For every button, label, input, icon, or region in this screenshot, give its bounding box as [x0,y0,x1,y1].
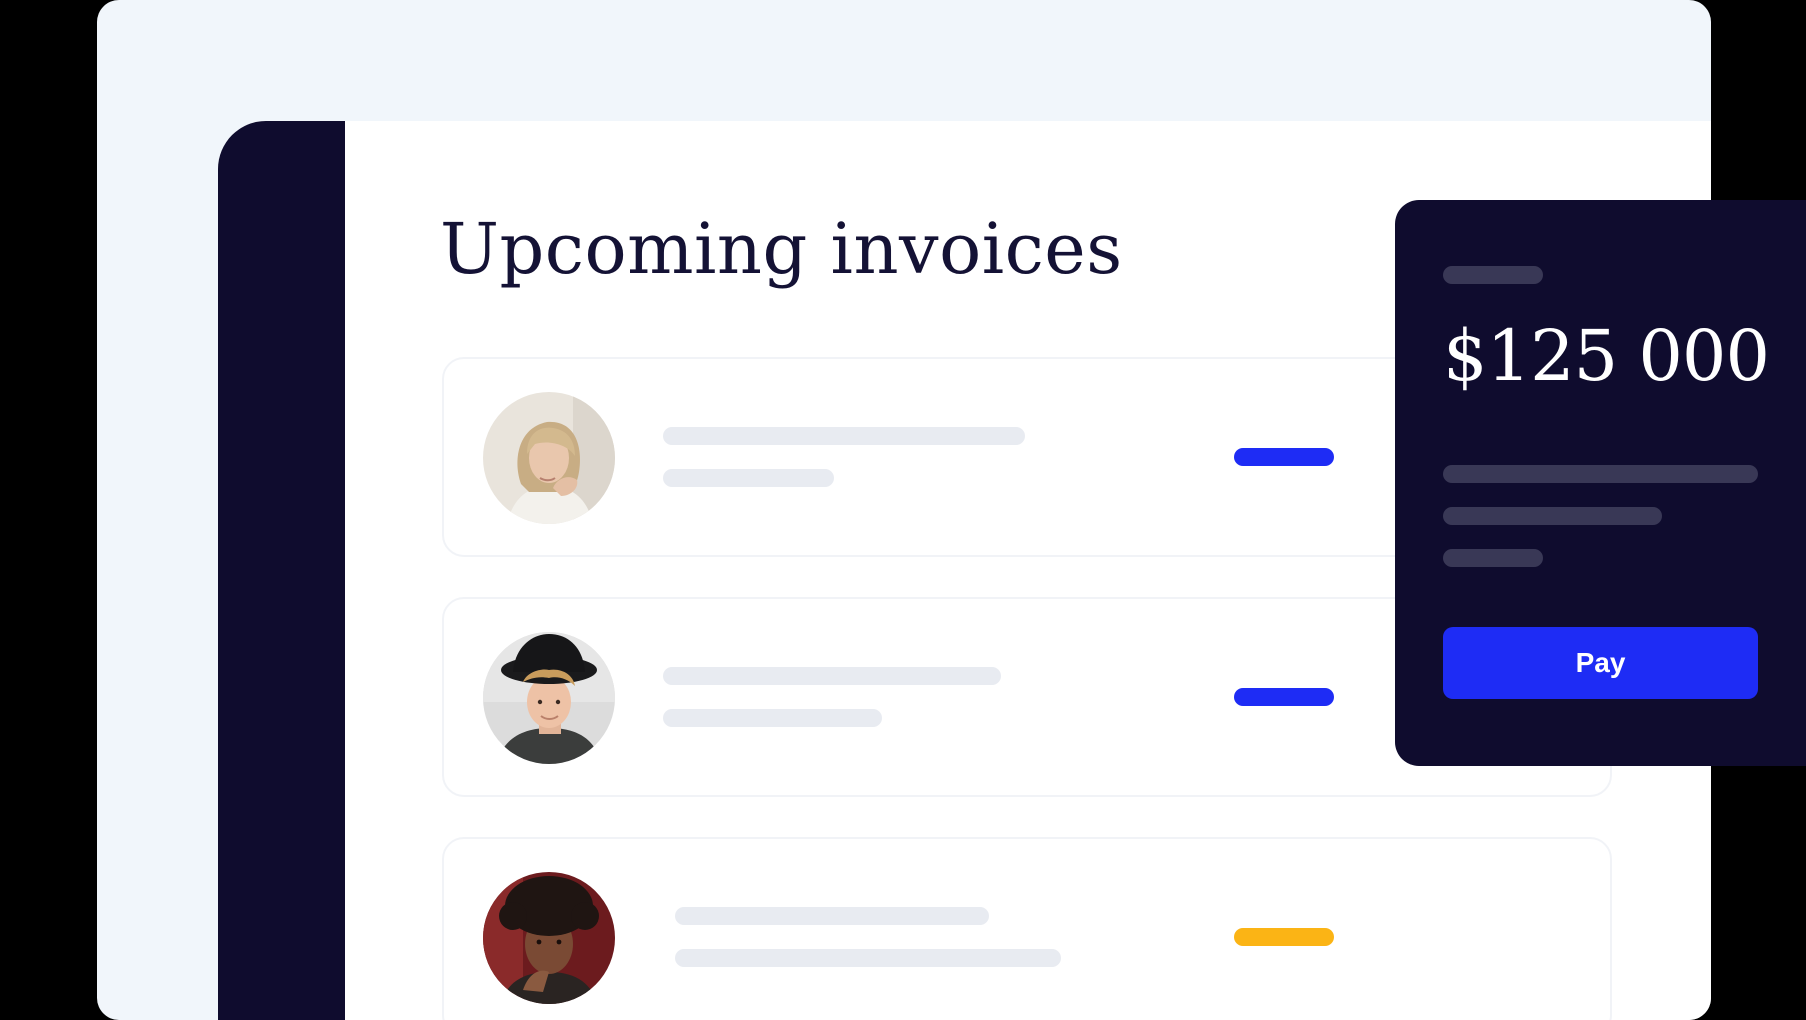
sidebar [218,121,345,1020]
skeleton-line [663,709,882,727]
avatar [483,392,615,524]
avatar-woman-blonde-icon [483,392,615,524]
avatar [483,632,615,764]
skeleton-line [1443,465,1758,483]
payment-card: $125 000 Pay [1395,200,1806,766]
skeleton-line [1443,266,1543,284]
skeleton-line [675,949,1061,967]
avatar-man-hat-icon [483,632,615,764]
avatar [483,872,615,1004]
skeleton-line [1443,549,1543,567]
payment-amount: $125 000 [1443,315,1770,397]
status-indicator [1234,448,1334,466]
pay-button[interactable]: Pay [1443,627,1758,699]
skeleton-line [1443,507,1662,525]
skeleton-line [663,469,834,487]
skeleton-line [663,667,1001,685]
status-indicator [1234,688,1334,706]
invoice-row[interactable] [442,837,1612,1020]
avatar-man-curly-hair-icon [483,872,615,1004]
skeleton-line [663,427,1025,445]
status-indicator [1234,928,1334,946]
skeleton-line [675,907,989,925]
page-title: Upcoming invoices [440,208,1123,290]
